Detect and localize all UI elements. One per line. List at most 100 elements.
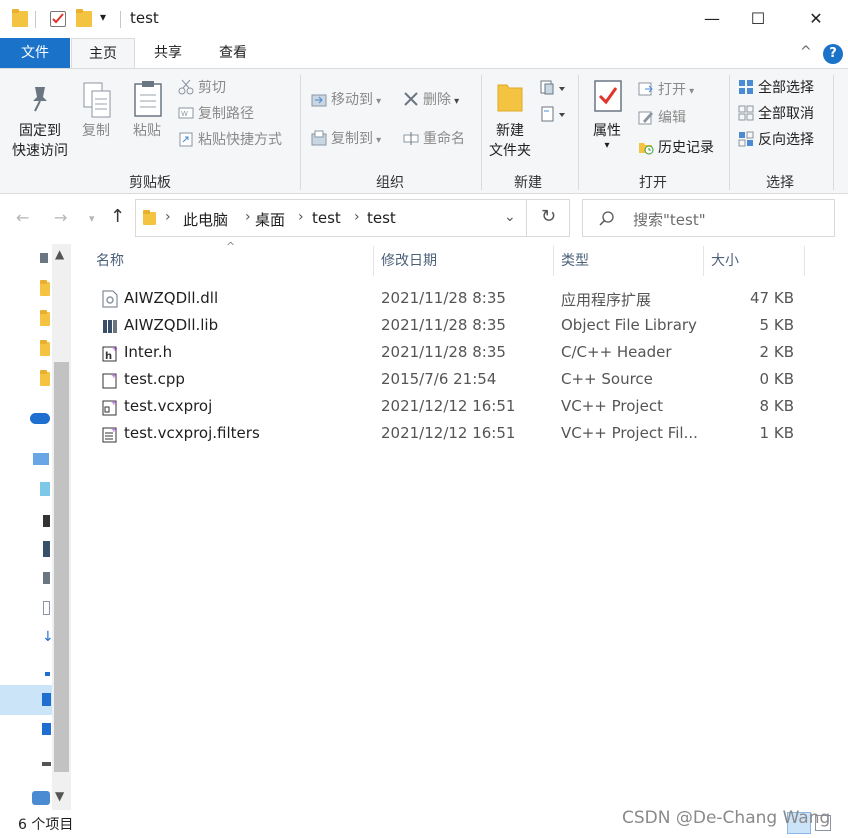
quick-access-dropdown-icon[interactable]: ▾	[100, 10, 106, 24]
title-bar: ▾ test — ☐ ✕	[0, 0, 848, 38]
tab-view[interactable]: 查看	[203, 38, 263, 68]
file-name: test.vcxproj	[124, 397, 213, 415]
pc-icon[interactable]	[40, 253, 48, 263]
explorer-window: ▾ test — ☐ ✕ 文件 主页 共享 查看 ^ ? 固定到 快速访问 复制…	[0, 0, 848, 838]
copy-to-button[interactable]: 复制到 ▾	[311, 128, 381, 150]
folder-icon[interactable]	[40, 280, 50, 296]
file-date: 2021/12/12 16:51	[381, 424, 516, 442]
sort-ascending-icon: ^	[226, 240, 236, 253]
edit-pencil-icon	[638, 109, 654, 125]
file-date: 2021/11/28 8:35	[381, 343, 506, 361]
edit-button[interactable]: 编辑	[638, 107, 686, 129]
documents-icon[interactable]	[43, 572, 50, 584]
onedrive-cloud-icon[interactable]	[30, 413, 50, 424]
file-size: 0 KB	[759, 370, 794, 388]
new-item-icon[interactable]	[540, 79, 568, 99]
rename-button[interactable]: 重命名	[403, 128, 465, 150]
folder-icon[interactable]	[40, 370, 50, 386]
nav-scrollbar-thumb[interactable]	[54, 362, 69, 772]
folder-icon[interactable]	[40, 340, 50, 356]
table-row[interactable]: AIWZQDll.dll 2021/11/28 8:35 应用程序扩展 47 K…	[96, 285, 806, 312]
file-type: Object File Library	[561, 316, 697, 334]
invert-selection-icon	[738, 131, 754, 147]
dll-file-icon	[102, 290, 118, 308]
tab-home[interactable]: 主页	[71, 38, 135, 68]
address-dropdown-icon[interactable]: ⌄	[504, 209, 516, 225]
select-none-button[interactable]: 全部取消	[738, 103, 814, 125]
cut-button[interactable]: 剪切	[178, 77, 226, 99]
delete-button[interactable]: 删除 ▾	[403, 89, 459, 111]
breadcrumb-test[interactable]: test	[312, 209, 341, 227]
copy-icon	[83, 82, 111, 118]
column-header-date[interactable]: 修改日期	[381, 244, 437, 278]
folder-icon[interactable]	[40, 310, 50, 326]
videos-icon[interactable]	[43, 515, 50, 527]
open-group-label: 打开	[639, 175, 667, 191]
drive-icon[interactable]	[42, 762, 51, 766]
pictures-icon[interactable]	[43, 541, 50, 557]
address-bar[interactable]: › 此电脑 › 桌面 › test › test ⌄ ↻	[135, 199, 570, 237]
recent-locations-chevron-icon[interactable]: ▾	[89, 212, 95, 225]
move-to-button[interactable]: 移动到 ▾	[311, 89, 381, 111]
breadcrumb-this-pc[interactable]: 此电脑	[183, 209, 228, 230]
item-count: 6 个项目	[18, 817, 74, 833]
search-box[interactable]: 搜索"test"	[582, 199, 835, 237]
chevron-right-icon[interactable]: ›	[245, 209, 251, 225]
table-row[interactable]: h + Inter.h 2021/11/28 8:35 C/C++ Header …	[96, 339, 806, 366]
refresh-icon[interactable]: ↻	[541, 206, 556, 227]
svg-text:+: +	[112, 345, 118, 353]
table-row[interactable]: + test.vcxproj 2021/12/12 16:51 VC++ Pro…	[96, 393, 806, 420]
document-icon[interactable]	[43, 601, 50, 615]
chevron-right-icon[interactable]: ›	[354, 209, 360, 225]
close-button[interactable]: ✕	[793, 0, 839, 38]
table-row[interactable]: AIWZQDll.lib 2021/11/28 8:35 Object File…	[96, 312, 806, 339]
column-header-size[interactable]: 大小	[711, 244, 739, 278]
help-icon[interactable]: ?	[823, 44, 843, 64]
chevron-right-icon[interactable]: ›	[298, 209, 304, 225]
paste-shortcut-button[interactable]: 粘贴快捷方式	[178, 129, 282, 151]
breadcrumb-desktop[interactable]: 桌面	[255, 209, 285, 230]
select-all-button[interactable]: 全部选择	[738, 77, 814, 99]
forward-arrow-icon[interactable]: →	[54, 208, 67, 227]
easy-access-icon[interactable]	[540, 105, 568, 125]
window-title: test	[130, 9, 159, 27]
breadcrumb-test-current[interactable]: test	[367, 209, 396, 227]
properties-button[interactable]: 属性 ▾	[587, 121, 627, 151]
column-header-type[interactable]: 类型	[561, 244, 589, 278]
new-folder-quick-access-icon[interactable]	[76, 9, 92, 27]
open-button[interactable]: 打开 ▾	[638, 79, 694, 101]
file-type: VC++ Project	[561, 397, 663, 415]
copy-path-button[interactable]: W 复制路径	[178, 103, 254, 125]
pin-to-quick-access-button[interactable]: 固定到 快速访问	[10, 121, 70, 161]
windows-drive-icon[interactable]	[42, 723, 51, 735]
maximize-button[interactable]: ☐	[735, 0, 781, 38]
copy-button[interactable]: 复制	[76, 121, 116, 141]
delete-x-icon	[403, 91, 419, 107]
new-folder-button[interactable]: 新建 文件夹	[482, 121, 538, 161]
minimize-button[interactable]: —	[689, 0, 735, 38]
history-button[interactable]: 历史记录	[638, 137, 714, 159]
open-icon	[638, 81, 654, 97]
back-arrow-icon[interactable]: ←	[16, 208, 29, 227]
this-pc-icon[interactable]	[33, 453, 49, 465]
tab-file[interactable]: 文件	[0, 38, 70, 68]
music-icon[interactable]	[45, 672, 50, 676]
table-row[interactable]: + test.vcxproj.filters 2021/12/12 16:51 …	[96, 420, 806, 447]
collapse-ribbon-icon[interactable]: ^	[800, 44, 812, 60]
3d-objects-icon[interactable]	[40, 482, 50, 496]
column-header-name[interactable]: 名称	[96, 244, 124, 278]
folder-icon	[12, 9, 28, 27]
paste-button[interactable]: 粘贴	[127, 121, 167, 141]
up-arrow-icon[interactable]: ↑	[110, 206, 125, 227]
properties-quick-access-icon[interactable]	[50, 11, 66, 27]
network-icon[interactable]	[32, 791, 50, 805]
tab-share[interactable]: 共享	[138, 38, 198, 68]
chevron-right-icon[interactable]: ›	[165, 209, 171, 225]
table-row[interactable]: + test.cpp 2015/7/6 21:54 C++ Source 0 K…	[96, 366, 806, 393]
scroll-up-icon[interactable]: ▲	[55, 247, 64, 261]
invert-selection-button[interactable]: 反向选择	[738, 129, 814, 151]
organize-group-label: 组织	[376, 175, 404, 191]
file-date: 2021/11/28 8:35	[381, 316, 506, 334]
folder-icon	[143, 210, 156, 225]
scroll-down-icon[interactable]: ▼	[55, 789, 64, 803]
